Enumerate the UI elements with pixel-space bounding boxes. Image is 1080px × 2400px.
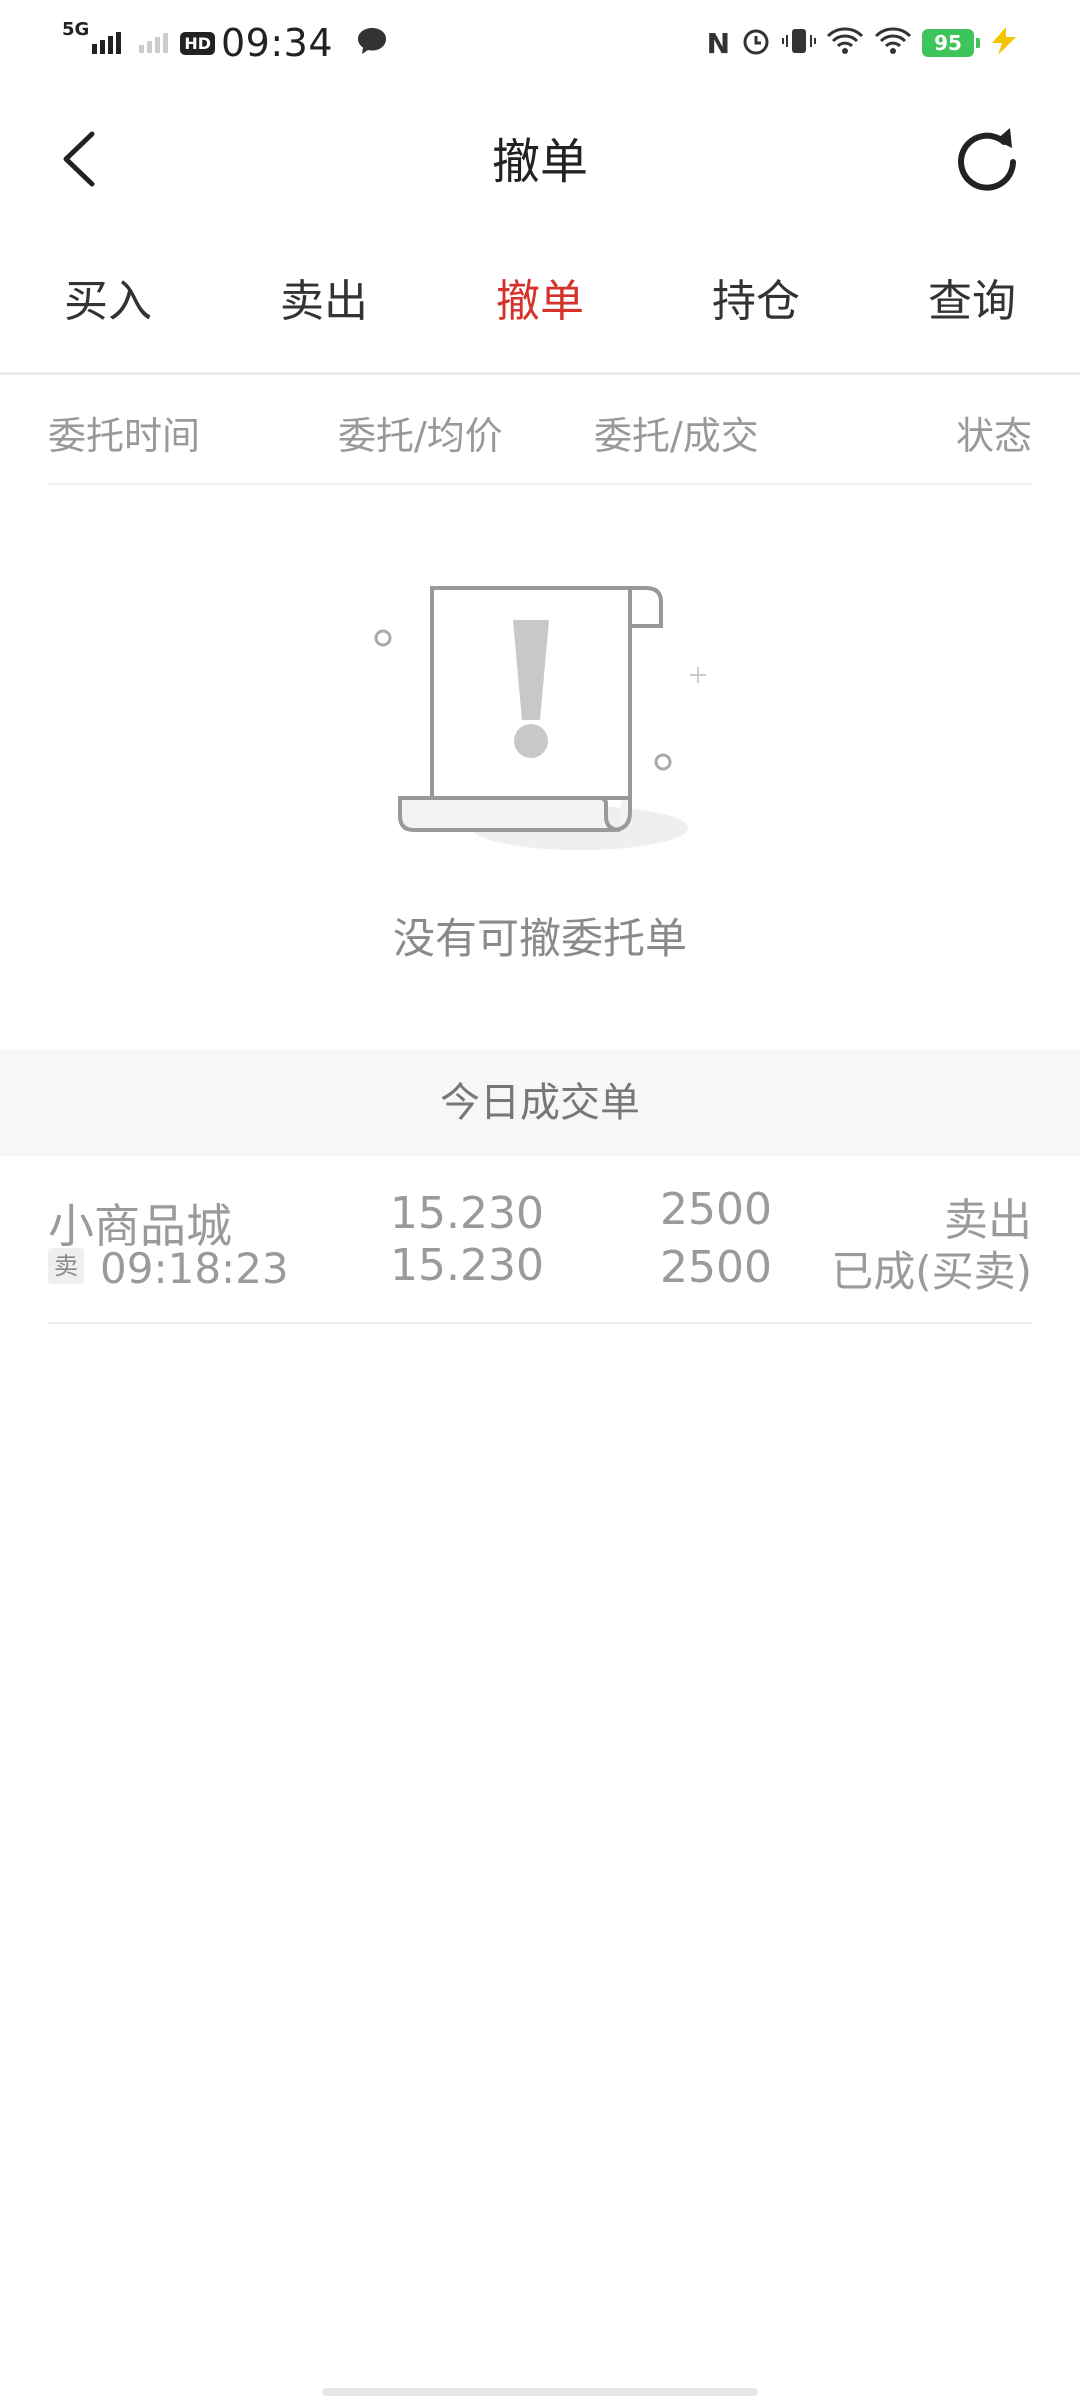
- column-header: 委托时间 委托/均价 委托/成交 状态: [48, 375, 1032, 485]
- empty-document-icon: [374, 586, 706, 850]
- col-status: 状态: [955, 414, 1032, 458]
- top-bar: 撤单: [0, 84, 1080, 232]
- today-trades-header: 今日成交单: [0, 1050, 1080, 1156]
- status-left: 5G HD 09:34: [62, 18, 389, 68]
- average-price: 15.230: [390, 1240, 544, 1291]
- status-right: N 95: [707, 18, 1024, 68]
- table-row[interactable]: 小商品城 卖 09:18:23 15.230 15.230 2500 2500 …: [48, 1160, 1032, 1324]
- wifi-icon: [826, 26, 864, 60]
- order-quantity: 2500: [660, 1184, 772, 1235]
- signal-5g-icon: 5G: [62, 19, 122, 54]
- wifi-2-icon: [874, 26, 912, 60]
- empty-state: 没有可撤委托单: [0, 540, 1080, 963]
- alarm-icon: [740, 25, 772, 61]
- signal-2-icon: [139, 33, 169, 53]
- status-bar: 5G HD 09:34 N 95: [0, 0, 1080, 84]
- empty-message: 没有可撤委托单: [392, 914, 687, 963]
- nfc-icon: N: [706, 26, 730, 60]
- refresh-button[interactable]: [952, 118, 1022, 194]
- order-price: 15.230: [390, 1188, 544, 1239]
- network-label: 5G: [62, 19, 90, 40]
- tab-sell[interactable]: 卖出: [216, 232, 432, 372]
- battery-icon: 95: [922, 29, 980, 57]
- tab-query[interactable]: 查询: [864, 232, 1080, 372]
- trade-time: 09:18:23: [100, 1244, 289, 1293]
- col-order-price: 委托/均价: [338, 414, 503, 458]
- col-order-time: 委托时间: [48, 414, 201, 458]
- trade-tabs: 买入 卖出 撤单 持仓 查询: [0, 232, 1080, 375]
- side-badge: 卖: [48, 1248, 84, 1284]
- page-title: 撤单: [491, 134, 588, 190]
- home-indicator[interactable]: [322, 2388, 758, 2396]
- hd-icon: HD: [180, 31, 215, 55]
- charging-icon: [984, 25, 1024, 61]
- refresh-icon: [958, 128, 1016, 191]
- tab-buy[interactable]: 买入: [0, 232, 216, 372]
- trade-status: 已成(买卖): [831, 1247, 1032, 1296]
- filled-quantity: 2500: [660, 1242, 772, 1293]
- col-order-qty: 委托/成交: [594, 414, 759, 458]
- vibrate-icon: [782, 25, 816, 61]
- tab-cancel[interactable]: 撤单: [432, 232, 648, 372]
- message-icon: [355, 25, 389, 61]
- tab-positions[interactable]: 持仓: [648, 232, 864, 372]
- clock: 09:34: [220, 21, 333, 65]
